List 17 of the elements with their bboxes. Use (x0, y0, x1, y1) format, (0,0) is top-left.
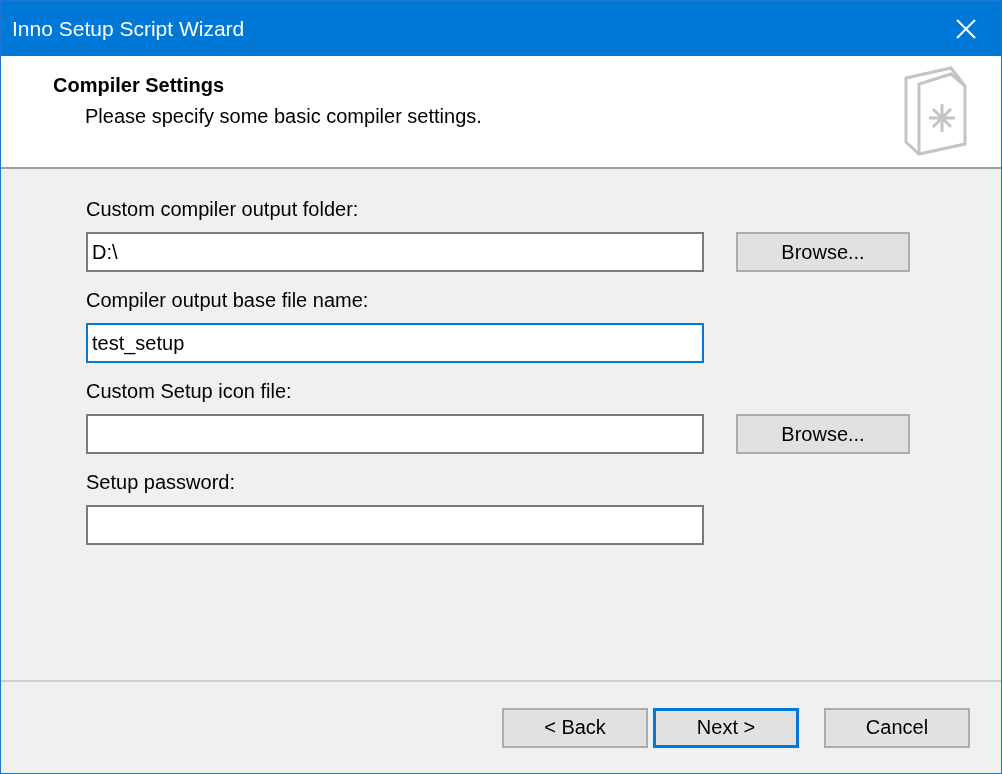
field-label: Custom compiler output folder: (86, 197, 360, 221)
wizard-button[interactable]: Cancel (824, 707, 970, 748)
browse-button[interactable]: Browse... (736, 232, 910, 272)
field-label: Custom Setup icon file: (86, 379, 293, 403)
window-title: Inno Setup Script Wizard (12, 16, 245, 41)
text-field[interactable]: test_setup (86, 323, 704, 363)
text-field[interactable] (86, 414, 704, 454)
field-label: Setup password: (86, 470, 236, 494)
page-subtitle: Please specify some basic compiler settings. (84, 105, 482, 128)
wizard-button[interactable]: Next > (653, 707, 799, 748)
text-field[interactable] (86, 505, 704, 545)
field-label: Compiler output base file name: (86, 288, 370, 312)
text-field[interactable]: D:\ (86, 232, 704, 272)
page-title: Compiler Settings (53, 74, 226, 97)
browse-button[interactable]: Browse... (736, 414, 910, 454)
wizard-button[interactable]: < Back (502, 707, 648, 748)
close-icon (956, 18, 976, 39)
